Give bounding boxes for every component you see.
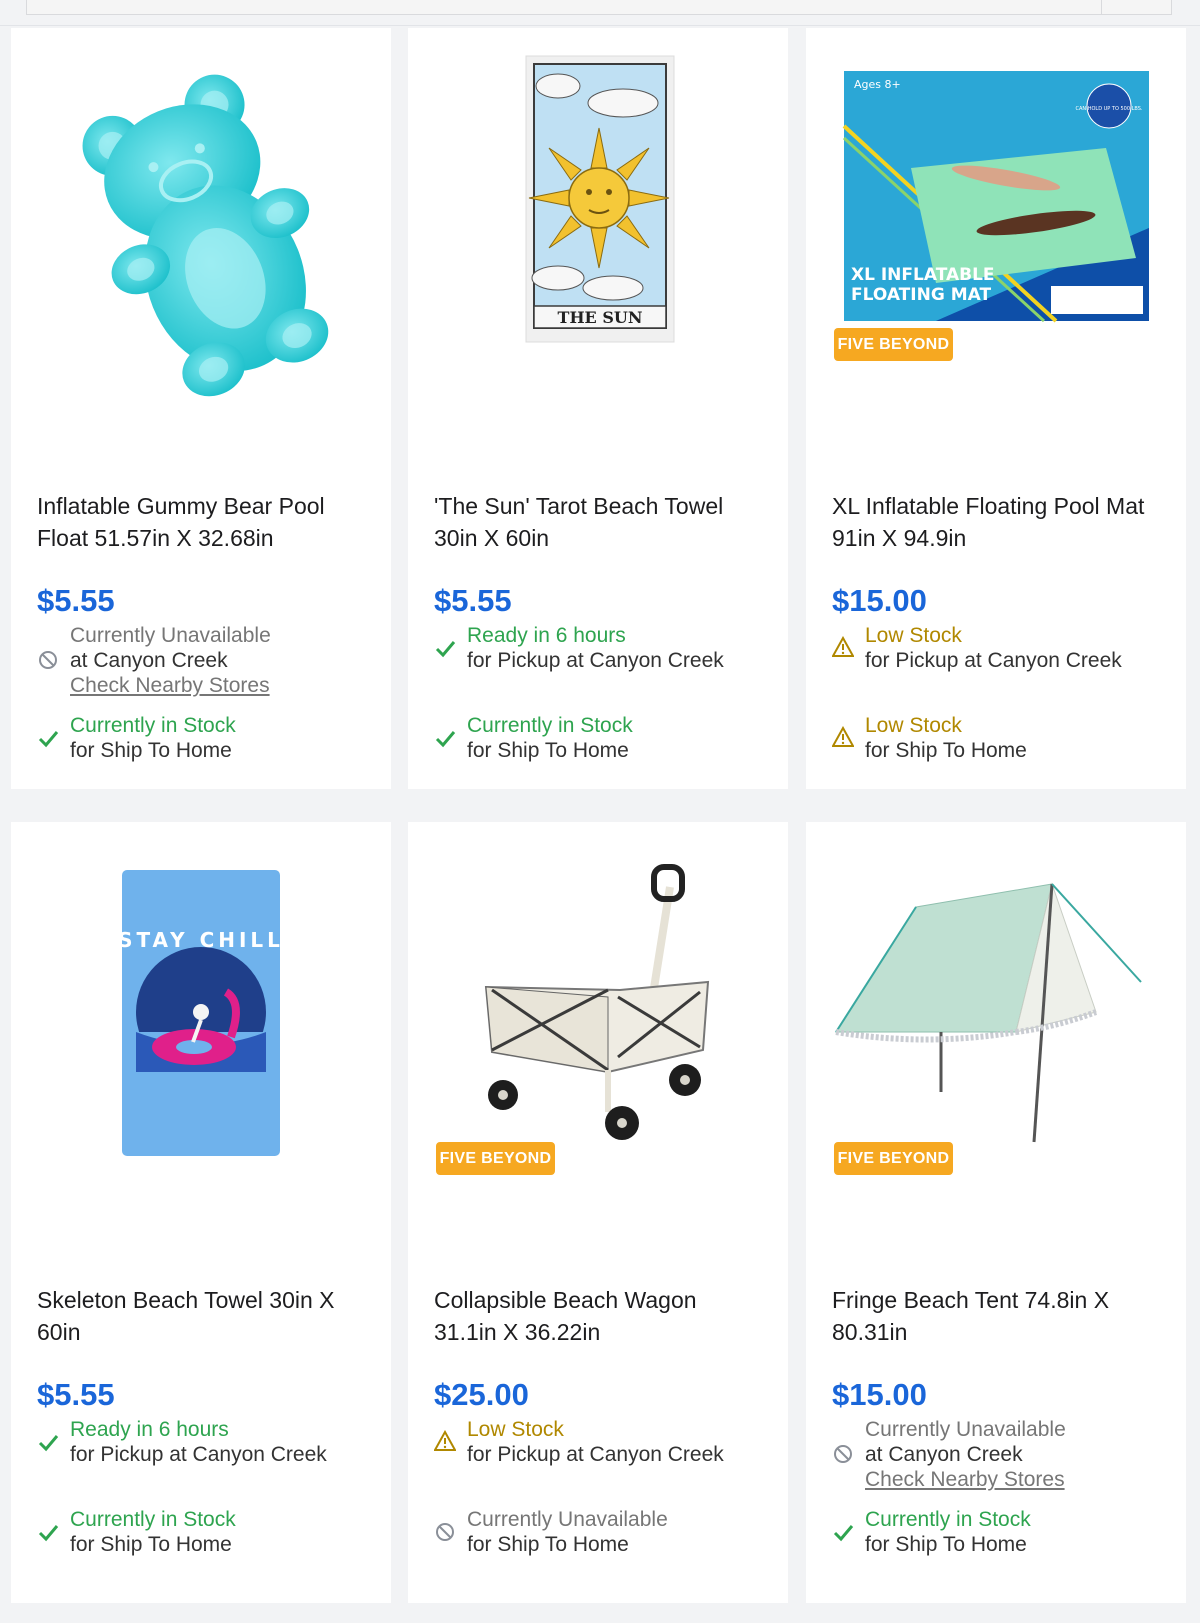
top-bar (0, 0, 1200, 28)
product-title[interactable]: Inflatable Gummy Bear Pool Float 51.57in… (37, 490, 367, 554)
product-title[interactable]: 'The Sun' Tarot Beach Towel 30in X 60in (434, 490, 764, 554)
product-image[interactable] (11, 28, 391, 468)
ship-detail: for Ship To Home (467, 739, 629, 762)
ship-detail: for Ship To Home (865, 1533, 1027, 1556)
pickup-availability: Low Stock for Pickup at Canyon Creek (434, 1417, 774, 1467)
five-beyond-badge: FIVE BEYOND (834, 1142, 953, 1175)
top-divider (0, 25, 1200, 26)
product-card[interactable]: THE SUN 'The Sun' Tarot Beach Towel 30in… (408, 28, 788, 789)
mat-name-1: XL INFLATABLE (851, 265, 995, 285)
sun-towel-image: THE SUN (525, 55, 675, 343)
pickup-detail: for Pickup at Canyon Creek (70, 1443, 327, 1466)
check-nearby-stores-link[interactable]: Check Nearby Stores (70, 673, 390, 698)
product-image[interactable]: Ages 8+ CAN HOLD UP TO 500 LBS. XL INFLA… (806, 28, 1186, 468)
product-card[interactable]: STAY CHILL Skeleton Beach Towel 30in X 6… (11, 822, 391, 1603)
search-divider (1101, 0, 1102, 14)
search-bar[interactable] (26, 0, 1172, 15)
ship-status: Currently in Stock (865, 1508, 1031, 1531)
check-icon (833, 1525, 854, 1542)
pickup-detail: for Pickup at Canyon Creek (467, 1443, 724, 1466)
product-title[interactable]: XL Inflatable Floating Pool Mat 91in X 9… (832, 490, 1162, 554)
pickup-status: Ready in 6 hours (70, 1418, 229, 1441)
ship-availability: Currently in Stock for Ship To Home (832, 1507, 1172, 1557)
unavailable-icon (39, 651, 57, 669)
unavailable-icon (834, 1445, 852, 1463)
wagon-image (484, 864, 710, 1140)
towel-caption: THE SUN (558, 308, 643, 327)
check-icon (38, 1525, 59, 1542)
pickup-detail: at Canyon Creek (865, 1443, 1023, 1466)
ship-availability: Currently in Stock for Ship To Home (434, 713, 774, 763)
product-price: $5.55 (37, 1377, 115, 1412)
product-card[interactable]: Inflatable Gummy Bear Pool Float 51.57in… (11, 28, 391, 789)
check-icon (435, 641, 456, 658)
pickup-detail: for Pickup at Canyon Creek (467, 649, 724, 672)
ship-availability: Currently Unavailable for Ship To Home (434, 1507, 774, 1557)
pickup-detail: for Pickup at Canyon Creek (865, 649, 1122, 672)
ship-detail: for Ship To Home (70, 1533, 232, 1556)
ship-availability: Low Stock for Ship To Home (832, 713, 1172, 763)
pickup-status: Currently Unavailable (865, 1418, 1066, 1441)
ship-detail: for Ship To Home (467, 1533, 629, 1556)
skeleton-towel-image: STAY CHILL (118, 870, 284, 1156)
gummy-bear-image (82, 74, 329, 397)
weight-label: CAN HOLD UP TO 500 LBS. (1075, 106, 1142, 112)
ship-status: Currently in Stock (70, 714, 236, 737)
pickup-detail: at Canyon Creek (70, 649, 228, 672)
pickup-availability: Low Stock for Pickup at Canyon Creek (832, 623, 1172, 673)
pickup-availability: Ready in 6 hours for Pickup at Canyon Cr… (37, 1417, 377, 1467)
age-label: Ages 8+ (854, 78, 901, 91)
pickup-availability: Currently Unavailable at Canyon Creek Ch… (832, 1417, 1172, 1492)
product-card[interactable]: FIVE BEYOND Fringe Beach Tent 74.8in X 8… (806, 822, 1186, 1603)
unavailable-icon (436, 1523, 454, 1541)
warning-icon (434, 1430, 456, 1451)
ship-availability: Currently in Stock for Ship To Home (37, 1507, 377, 1557)
product-card[interactable]: FIVE BEYOND Collapsible Beach Wagon 31.1… (408, 822, 788, 1603)
product-image[interactable]: FIVE BEYOND (408, 822, 788, 1262)
ship-status: Currently in Stock (467, 714, 633, 737)
product-price: $15.00 (832, 583, 927, 618)
ship-detail: for Ship To Home (865, 739, 1027, 762)
product-image[interactable]: THE SUN (408, 28, 788, 468)
pickup-availability: Currently Unavailable at Canyon Creek Ch… (37, 623, 377, 698)
beach-tent-image (835, 882, 1142, 1143)
pickup-status: Ready in 6 hours (467, 624, 626, 647)
pickup-status: Low Stock (865, 624, 962, 647)
warning-icon (832, 636, 854, 657)
product-title[interactable]: Fringe Beach Tent 74.8in X 80.31in (832, 1284, 1162, 1348)
pickup-availability: Ready in 6 hours for Pickup at Canyon Cr… (434, 623, 774, 673)
ship-status: Low Stock (865, 714, 962, 737)
product-price: $25.00 (434, 1377, 529, 1412)
ship-status: Currently Unavailable (467, 1508, 668, 1531)
check-icon (38, 1435, 59, 1452)
five-beyond-badge: FIVE BEYOND (834, 328, 953, 361)
product-title[interactable]: Collapsible Beach Wagon 31.1in X 36.22in (434, 1284, 764, 1348)
product-image[interactable]: STAY CHILL (11, 822, 391, 1262)
mat-name-2: FLOATING MAT (851, 285, 991, 305)
check-nearby-stores-link[interactable]: Check Nearby Stores (865, 1467, 1185, 1492)
product-price: $5.55 (37, 583, 115, 618)
product-price: $5.55 (434, 583, 512, 618)
check-icon (435, 731, 456, 748)
ship-detail: for Ship To Home (70, 739, 232, 762)
towel-caption: STAY CHILL (118, 928, 284, 952)
product-image[interactable]: FIVE BEYOND (806, 822, 1186, 1262)
product-title[interactable]: Skeleton Beach Towel 30in X 60in (37, 1284, 367, 1348)
ship-availability: Currently in Stock for Ship To Home (37, 713, 377, 763)
floating-mat-image: Ages 8+ CAN HOLD UP TO 500 LBS. XL INFLA… (842, 71, 1149, 323)
five-beyond-badge: FIVE BEYOND (436, 1142, 555, 1175)
product-price: $15.00 (832, 1377, 927, 1412)
warning-icon (832, 726, 854, 747)
ship-status: Currently in Stock (70, 1508, 236, 1531)
check-icon (38, 731, 59, 748)
pickup-status: Low Stock (467, 1418, 564, 1441)
pickup-status: Currently Unavailable (70, 624, 271, 647)
product-card[interactable]: Ages 8+ CAN HOLD UP TO 500 LBS. XL INFLA… (806, 28, 1186, 789)
